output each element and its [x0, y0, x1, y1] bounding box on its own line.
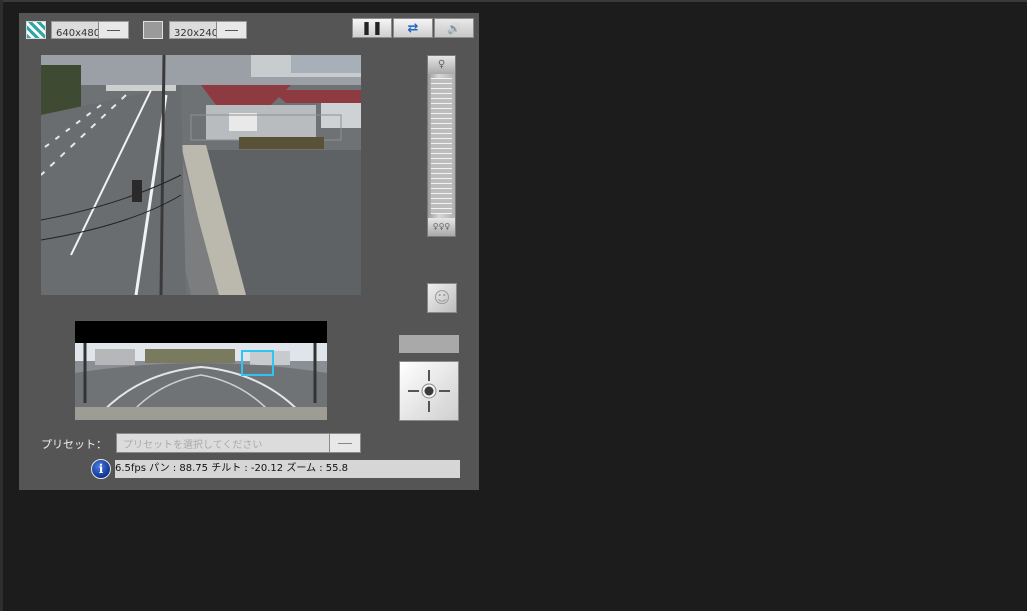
auto-focus-button[interactable]: ☺ [427, 283, 457, 313]
preset-label: プリセット： [41, 438, 107, 451]
chevron-down-icon[interactable] [98, 22, 128, 38]
zoom-slider[interactable]: ♀ ♀♀♀ [427, 55, 456, 237]
ptz-header-bar [399, 335, 459, 353]
chevron-down-icon[interactable] [329, 434, 360, 452]
info-glyph: i [98, 462, 104, 476]
panorama-header-strip [75, 321, 327, 343]
zoom-in-button[interactable]: ♀ [428, 56, 455, 74]
panorama-view[interactable] [75, 343, 327, 420]
preset-select-placeholder: プリセットを選択してください [123, 440, 263, 450]
status-readout: 6.5fps パン : 88.75 チルト : -20.12 ズーム : 55.… [115, 460, 460, 478]
swap-arrows-icon: ⇄ [407, 20, 419, 36]
window-left-border [0, 0, 3, 611]
preset-select[interactable]: プリセットを選択してください [116, 433, 361, 453]
auto-focus-icon: ☺ [433, 288, 451, 307]
info-icon[interactable]: i [91, 459, 111, 479]
resolution-large-select[interactable]: 640x480 [51, 21, 129, 39]
live-camera-view[interactable] [41, 55, 361, 295]
window-top-border [0, 0, 1027, 2]
zoom-out-button[interactable]: ♀♀♀ [428, 218, 455, 236]
camera-viewer-panel: 640x480 320x240 ❚❚ ⇄ 🔊 ♀ ♀♀♀ ☺ プリセット： プリ… [19, 13, 479, 490]
resolution-small-select[interactable]: 320x240 [169, 21, 247, 39]
resolution-large-value: 640x480 [56, 28, 99, 37]
zoom-in-icon: ♀ [437, 59, 446, 70]
zoom-slider-track[interactable] [431, 78, 452, 214]
chevron-down-icon[interactable] [216, 22, 246, 38]
audio-button[interactable]: 🔊 [434, 18, 474, 38]
pause-button[interactable]: ❚❚ [352, 18, 392, 38]
pause-icon: ❚❚ [361, 20, 383, 36]
gray-square-icon[interactable] [143, 21, 163, 39]
resolution-small-value: 320x240 [174, 28, 217, 37]
swap-button[interactable]: ⇄ [393, 18, 433, 38]
speaker-icon: 🔊 [447, 21, 461, 35]
ptz-control-pad[interactable] [399, 361, 459, 421]
checker-pattern-icon[interactable] [26, 21, 46, 39]
camera-scene-image [41, 55, 361, 295]
panorama-image [75, 343, 327, 420]
crosshair-icon [408, 370, 450, 412]
zoom-out-icon: ♀♀♀ [432, 222, 451, 231]
panorama-selection-box[interactable] [241, 350, 274, 376]
